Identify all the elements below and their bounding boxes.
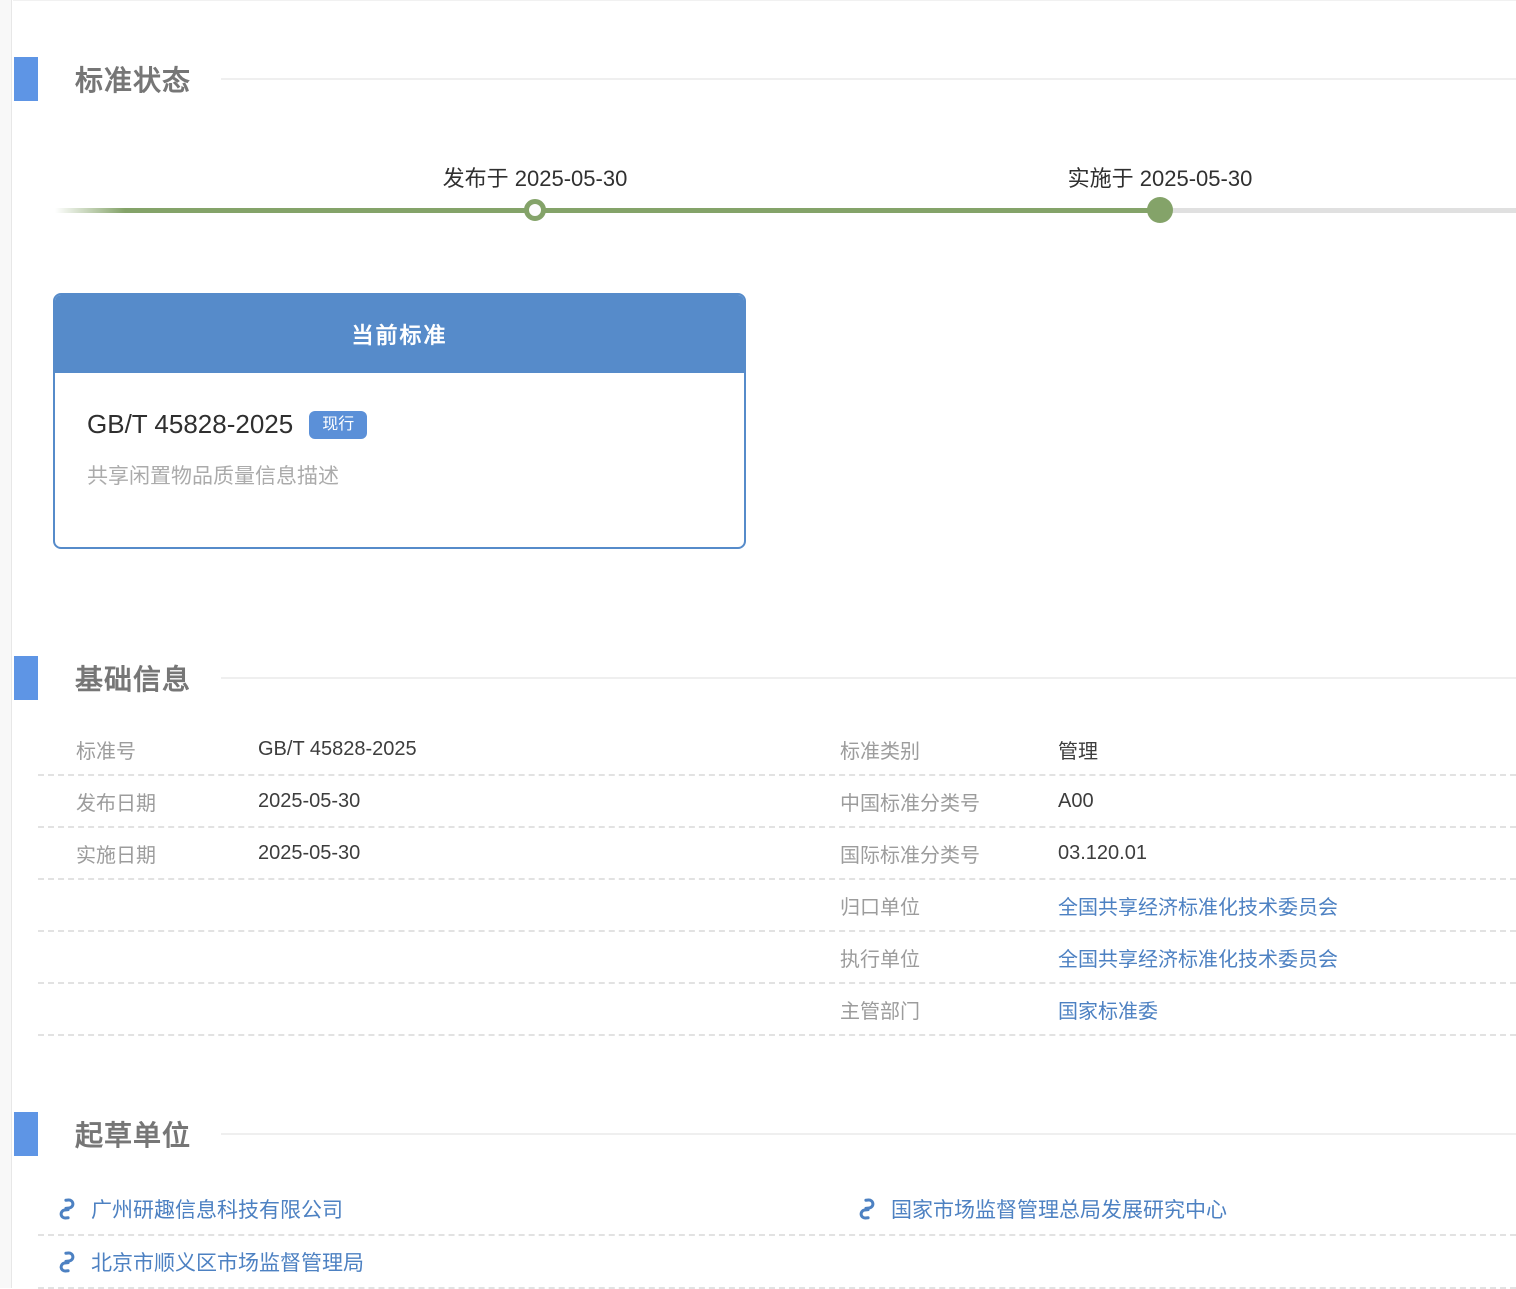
drafting-unit-list: 广州研趣信息科技有限公司 国家市场监督管理总局发展研究中心 北京市 <box>13 1183 1516 1289</box>
row-label: 实施日期 <box>38 839 258 868</box>
section-divider-line <box>221 677 1516 679</box>
publish-date-value: 2025-05-30 <box>258 790 840 813</box>
current-standard-card-body: GB/T 45828-2025 现行 共享闲置物品质量信息描述 <box>55 373 744 490</box>
table-row: 标准号 GB/T 45828-2025 标准类别 管理 <box>38 724 1516 776</box>
link-icon <box>854 1195 880 1221</box>
table-row: 发布日期 2025-05-30 中国标准分类号 A00 <box>38 776 1516 828</box>
row-label: 执行单位 <box>840 943 1058 972</box>
basic-section-header: 基础信息 <box>13 656 1516 700</box>
ics-code-value: 03.120.01 <box>1058 842 1516 865</box>
table-row: 归口单位 全国共享经济标准化技术委员会 <box>38 880 1516 932</box>
section-standard-status: 标准状态 发布于 2025-05-30 实施于 2025-05-30 当前标准 … <box>13 29 1516 549</box>
drafting-section-header: 起草单位 <box>13 1112 1516 1156</box>
status-section-header: 标准状态 <box>13 29 1516 101</box>
section-basic-info: 基础信息 标准号 GB/T 45828-2025 标准类别 管理 发布日期 20… <box>13 656 1516 1036</box>
link-icon <box>54 1248 80 1274</box>
drafting-unit-link[interactable]: 广州研趣信息科技有限公司 <box>91 1194 343 1224</box>
table-row: 主管部门 国家标准委 <box>38 984 1516 1036</box>
timeline-label-published: 发布于 2025-05-30 <box>443 161 628 193</box>
section-title-drafting: 起草单位 <box>75 1114 191 1154</box>
link-icon <box>54 1195 80 1221</box>
current-standard-card-title: 当前标准 <box>351 318 447 350</box>
timeline-track-green <box>55 208 1160 213</box>
standard-detail-page: 标准状态 发布于 2025-05-30 实施于 2025-05-30 当前标准 … <box>13 0 1516 1288</box>
row-label: 标准类别 <box>840 735 1058 764</box>
section-divider-line <box>221 78 1516 80</box>
section-divider-line <box>221 1133 1516 1135</box>
executive-unit-link[interactable]: 全国共享经济标准化技术委员会 <box>1058 949 1338 971</box>
competent-department-link[interactable]: 国家标准委 <box>1058 1001 1158 1023</box>
page-left-rail <box>0 0 12 1288</box>
drafting-unit-item[interactable]: 国家市场监督管理总局发展研究中心 <box>777 1194 1516 1224</box>
row-label: 发布日期 <box>38 787 258 816</box>
row-label: 国际标准分类号 <box>840 839 1058 868</box>
timeline-label-implemented: 实施于 2025-05-30 <box>1068 161 1253 193</box>
table-row: 实施日期 2025-05-30 国际标准分类号 03.120.01 <box>38 828 1516 880</box>
standard-category-value: 管理 <box>1058 735 1516 764</box>
section-drafting-units: 起草单位 广州研趣信息科技有限公司 国家市场监督管理总局发展研 <box>13 1112 1516 1289</box>
implement-date-value: 2025-05-30 <box>258 842 840 865</box>
china-class-code-value: A00 <box>1058 790 1516 813</box>
timeline-node-implemented <box>1147 197 1173 223</box>
section-title-basic: 基础信息 <box>75 658 191 698</box>
status-timeline: 发布于 2025-05-30 实施于 2025-05-30 <box>13 161 1516 241</box>
drafting-unit-item[interactable]: 北京市顺义区市场监督管理局 <box>38 1247 777 1277</box>
row-label: 主管部门 <box>840 995 1058 1024</box>
standard-code: GB/T 45828-2025 <box>87 409 293 440</box>
drafting-unit-item[interactable]: 广州研趣信息科技有限公司 <box>38 1194 777 1224</box>
standard-number-value: GB/T 45828-2025 <box>258 738 840 761</box>
timeline-track-gray <box>1160 208 1516 213</box>
row-label: 标准号 <box>38 735 258 764</box>
basic-info-table: 标准号 GB/T 45828-2025 标准类别 管理 发布日期 2025-05… <box>13 724 1516 1036</box>
section-marker <box>14 1112 38 1156</box>
drafting-unit-link[interactable]: 北京市顺义区市场监督管理局 <box>91 1247 364 1277</box>
row-label: 归口单位 <box>840 891 1058 920</box>
status-badge: 现行 <box>309 411 367 439</box>
centralized-unit-link[interactable]: 全国共享经济标准化技术委员会 <box>1058 897 1338 919</box>
table-row: 执行单位 全国共享经济标准化技术委员会 <box>38 932 1516 984</box>
drafting-unit-link[interactable]: 国家市场监督管理总局发展研究中心 <box>891 1194 1227 1224</box>
timeline-node-published <box>524 199 546 221</box>
list-item-row: 北京市顺义区市场监督管理局 <box>38 1236 1516 1289</box>
section-title-status: 标准状态 <box>75 59 191 99</box>
list-item-row: 广州研趣信息科技有限公司 国家市场监督管理总局发展研究中心 <box>38 1183 1516 1236</box>
section-marker <box>14 57 38 101</box>
row-label: 中国标准分类号 <box>840 787 1058 816</box>
current-standard-card[interactable]: 当前标准 GB/T 45828-2025 现行 共享闲置物品质量信息描述 <box>53 293 746 549</box>
standard-name: 共享闲置物品质量信息描述 <box>87 460 712 490</box>
current-standard-card-header: 当前标准 <box>55 295 744 373</box>
section-marker <box>14 656 38 700</box>
